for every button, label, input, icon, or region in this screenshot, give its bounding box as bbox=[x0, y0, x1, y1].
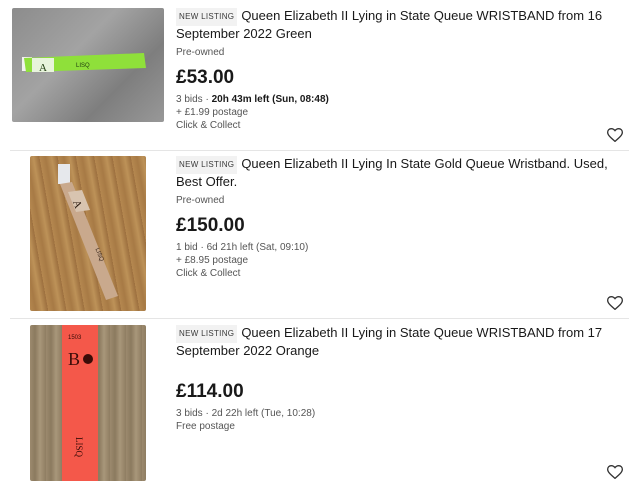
heart-outline-icon[interactable] bbox=[607, 296, 623, 310]
wristband-photo: A LISQ bbox=[22, 53, 146, 74]
listing-card[interactable]: A LISQ NEW LISTING Queen Elizabeth II Lyi… bbox=[0, 156, 639, 316]
new-listing-badge: NEW LISTING bbox=[176, 8, 238, 26]
listing-divider bbox=[10, 318, 629, 319]
item-price: £53.00 bbox=[176, 67, 235, 88]
wristband bbox=[60, 182, 118, 300]
svg-text:1503: 1503 bbox=[68, 335, 82, 341]
heart-outline-icon[interactable] bbox=[607, 128, 623, 142]
new-listing-badge: NEW LISTING bbox=[176, 156, 238, 174]
listing-title[interactable]: NEW LISTING Queen Elizabeth II Lying In S… bbox=[176, 156, 621, 190]
svg-text:LISQ: LISQ bbox=[76, 63, 90, 69]
wristband-photo: A LISQ bbox=[58, 164, 118, 300]
click-collect: Click & Collect bbox=[176, 120, 241, 131]
svg-text:B: B bbox=[68, 349, 80, 369]
bid-info: 3 bids · 2d 22h left (Tue, 10:28) bbox=[176, 408, 316, 419]
listing-title[interactable]: NEW LISTING Queen Elizabeth II Lying in S… bbox=[176, 8, 621, 42]
svg-text:LISQ: LISQ bbox=[74, 437, 84, 458]
time-left: 20h 43m left (Sun, 08:48) bbox=[211, 94, 329, 105]
listing-info: NEW LISTING Queen Elizabeth II Lying in S… bbox=[176, 325, 621, 433]
listing-image[interactable]: A LISQ bbox=[30, 156, 146, 311]
postage-cost: + £1.99 postage bbox=[176, 107, 249, 118]
new-listing-badge: NEW LISTING bbox=[176, 325, 238, 343]
item-price: £114.00 bbox=[176, 381, 244, 402]
listing-image[interactable]: 1503 B LISQ bbox=[30, 325, 146, 481]
svg-text:A: A bbox=[39, 62, 47, 74]
listing-divider bbox=[10, 150, 629, 151]
wristband-photo: 1503 B LISQ bbox=[62, 325, 98, 481]
listing-image[interactable]: A LISQ bbox=[12, 8, 164, 122]
item-price: £150.00 bbox=[176, 215, 245, 236]
bid-info: 1 bid · 6d 21h left (Sat, 09:10) bbox=[176, 242, 309, 253]
postage-cost: + £8.95 postage bbox=[176, 255, 249, 266]
listing-card[interactable]: 1503 B LISQ NEW LISTING Queen Elizabeth I… bbox=[0, 325, 639, 485]
listing-info: NEW LISTING Queen Elizabeth II Lying In S… bbox=[176, 156, 621, 280]
bid-info: 3 bids · 20h 43m left (Sun, 08:48) bbox=[176, 94, 329, 105]
listing-card[interactable]: A LISQ NEW LISTING Queen Elizabeth II Lyi… bbox=[0, 8, 639, 148]
listing-info: NEW LISTING Queen Elizabeth II Lying in S… bbox=[176, 8, 621, 132]
listing-title[interactable]: NEW LISTING Queen Elizabeth II Lying in S… bbox=[176, 325, 621, 359]
postage-cost: Free postage bbox=[176, 421, 235, 432]
item-condition: Pre-owned bbox=[176, 195, 225, 206]
heart-outline-icon[interactable] bbox=[607, 465, 623, 479]
item-condition: Pre-owned bbox=[176, 47, 225, 58]
click-collect: Click & Collect bbox=[176, 268, 241, 279]
